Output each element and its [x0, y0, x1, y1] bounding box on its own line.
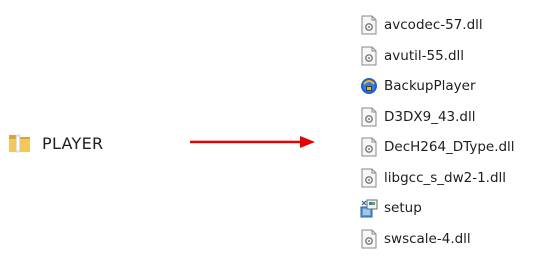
red-arrow-icon	[190, 136, 315, 148]
file-label: D3DX9_43.dll	[384, 108, 476, 125]
dll-file-icon	[360, 46, 378, 66]
dll-file-icon	[360, 168, 378, 188]
file-item[interactable]: setup	[360, 193, 515, 224]
app-icon	[360, 76, 378, 96]
dll-file-icon	[360, 15, 378, 35]
dll-file-icon	[360, 137, 378, 157]
file-list: avcodec-57.dll avutil-55.dll BackupPlaye…	[360, 10, 515, 254]
file-label: DecH264_DType.dll	[384, 139, 515, 156]
file-item[interactable]: BackupPlayer	[360, 71, 515, 102]
file-item[interactable]: avcodec-57.dll	[360, 10, 515, 41]
file-item[interactable]: D3DX9_43.dll	[360, 102, 515, 133]
installer-icon	[360, 198, 378, 218]
folder-player[interactable]: PLAYER	[8, 131, 103, 155]
file-label: BackupPlayer	[384, 78, 476, 95]
dll-file-icon	[360, 229, 378, 249]
file-label: swscale-4.dll	[384, 230, 471, 247]
file-item[interactable]: swscale-4.dll	[360, 224, 515, 255]
file-label: avutil-55.dll	[384, 47, 465, 64]
file-label: setup	[384, 200, 422, 217]
folder-label: PLAYER	[42, 133, 104, 153]
dll-file-icon	[360, 107, 378, 127]
file-label: avcodec-57.dll	[384, 17, 483, 34]
folder-icon	[8, 132, 32, 154]
file-item[interactable]: DecH264_DType.dll	[360, 132, 515, 163]
file-label: libgcc_s_dw2-1.dll	[384, 169, 507, 186]
file-item[interactable]: libgcc_s_dw2-1.dll	[360, 163, 515, 194]
file-item[interactable]: avutil-55.dll	[360, 41, 515, 72]
